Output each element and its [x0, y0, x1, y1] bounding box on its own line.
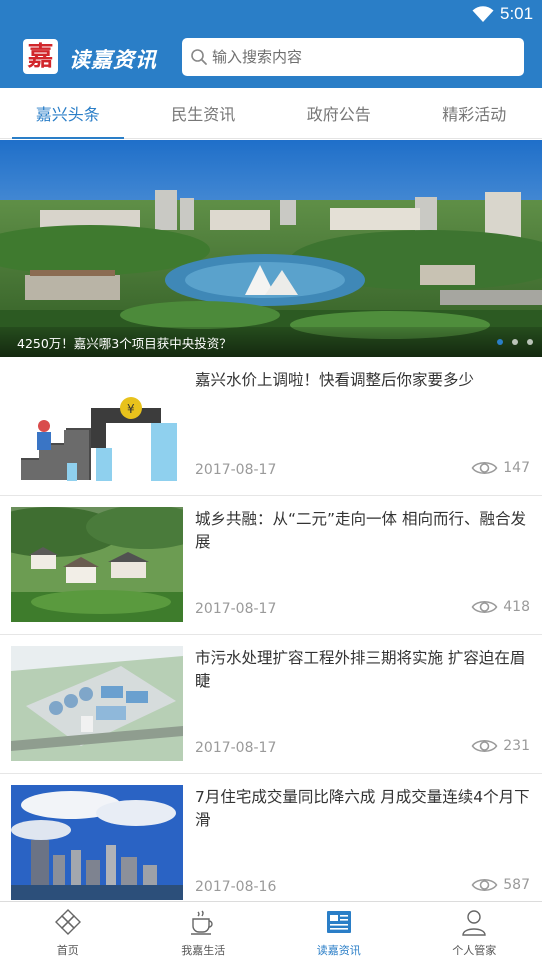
nav-my-life[interactable]: 我嘉生活	[136, 902, 272, 964]
coffee-cup-icon	[191, 910, 213, 935]
banner-image	[0, 140, 542, 357]
banner-caption-bar: 4250万！嘉兴哪3个项目获中央投资？	[0, 327, 542, 357]
view-count: 418	[503, 599, 530, 615]
news-item[interactable]: 7月住宅成交量同比降六成 月成交量连续4个月下滑 2017-08-16 587	[0, 774, 542, 913]
news-date: 2017-08-17	[195, 601, 277, 617]
tab-government-notices[interactable]: 政府公告	[271, 88, 407, 138]
news-title: 城乡共融：从“二元”走向一体 相向而行、融合发展	[195, 510, 526, 551]
news-title: 嘉兴水价上调啦！快看调整后你家要多少	[195, 371, 475, 389]
nav-personal[interactable]: 个人管家	[407, 902, 542, 964]
news-views: 147	[471, 459, 530, 477]
status-bar: 5:01	[0, 0, 542, 30]
app-title: 读嘉资讯	[69, 48, 157, 72]
tab-label: 精彩活动	[442, 105, 507, 124]
news-title: 市污水处理扩容工程外排三期将实施 扩容迫在眉睫	[195, 649, 526, 690]
search-icon	[191, 49, 207, 65]
pager-dot[interactable]	[512, 339, 518, 345]
bottom-nav: 首页 我嘉生活 读嘉资讯 个人管家	[0, 901, 542, 964]
nav-label: 首页	[56, 944, 79, 957]
nav-read-news[interactable]: 读嘉资讯	[271, 902, 407, 964]
city-skyline-photo	[11, 785, 183, 900]
person-icon	[462, 910, 486, 936]
app-header: 嘉 读嘉资讯	[0, 30, 542, 88]
search-input[interactable]	[212, 48, 512, 66]
tab-jiaxing-headlines[interactable]: 嘉兴头条	[0, 88, 136, 139]
news-item[interactable]: ¥ 嘉兴水价上调啦！快看调整后你家要多少 2017-08-17 147	[0, 357, 542, 496]
news-title: 7月住宅成交量同比降六成 月成交量连续4个月下滑	[195, 788, 530, 829]
newspaper-icon	[326, 911, 351, 933]
pager-dot[interactable]	[527, 339, 533, 345]
tab-livelihood-news[interactable]: 民生资讯	[136, 88, 272, 138]
search-box[interactable]	[182, 38, 524, 76]
nav-label: 读嘉资讯	[316, 944, 361, 957]
sewage-plant-photo	[11, 646, 183, 761]
svg-text:¥: ¥	[127, 402, 135, 416]
banner-pager	[497, 339, 533, 345]
rural-village-photo	[11, 507, 183, 622]
headline-banner[interactable]: 4250万！嘉兴哪3个项目获中央投资？	[0, 140, 542, 357]
view-count: 231	[503, 738, 530, 754]
wifi-icon	[472, 6, 494, 22]
news-thumbnail	[11, 507, 183, 622]
news-item[interactable]: 城乡共融：从“二元”走向一体 相向而行、融合发展 2017-08-17 418	[0, 496, 542, 635]
water-price-illustration: ¥	[11, 368, 183, 483]
logo-glyph: 嘉	[27, 41, 54, 72]
nav-home[interactable]: 首页	[0, 902, 136, 964]
status-time: 5:01	[500, 4, 534, 23]
app-root: 5:01 嘉 读嘉资讯 嘉兴头条 民生资讯 政府公告 精彩活动	[0, 0, 542, 964]
eye-icon	[471, 878, 498, 892]
diamond-grid-icon	[54, 909, 81, 935]
news-thumbnail	[11, 785, 183, 900]
news-thumbnail: ¥	[11, 368, 183, 483]
news-date: 2017-08-16	[195, 879, 277, 895]
category-tabs: 嘉兴头条 民生资讯 政府公告 精彩活动	[0, 88, 542, 139]
eye-icon	[471, 600, 498, 614]
nav-label: 个人管家	[452, 944, 497, 957]
news-item[interactable]: 市污水处理扩容工程外排三期将实施 扩容迫在眉睫 2017-08-17 231	[0, 635, 542, 774]
nav-label: 我嘉生活	[181, 944, 226, 957]
tab-label: 政府公告	[306, 105, 371, 124]
news-views: 587	[471, 876, 530, 894]
tab-label: 民生资讯	[171, 105, 236, 124]
news-thumbnail	[11, 646, 183, 761]
tab-featured-events[interactable]: 精彩活动	[407, 88, 542, 138]
news-date: 2017-08-17	[195, 740, 277, 756]
banner-caption: 4250万！嘉兴哪3个项目获中央投资？	[17, 336, 232, 351]
eye-icon	[471, 461, 498, 475]
view-count: 147	[503, 460, 530, 476]
tab-label: 嘉兴头条	[35, 105, 100, 124]
news-views: 231	[471, 737, 530, 755]
app-logo: 嘉	[23, 39, 58, 74]
news-date: 2017-08-17	[195, 462, 277, 478]
news-list: ¥ 嘉兴水价上调啦！快看调整后你家要多少 2017-08-17 147 城乡共融…	[0, 357, 542, 913]
news-views: 418	[471, 598, 530, 616]
view-count: 587	[503, 877, 530, 893]
pager-dot[interactable]	[497, 339, 503, 345]
eye-icon	[471, 739, 498, 753]
